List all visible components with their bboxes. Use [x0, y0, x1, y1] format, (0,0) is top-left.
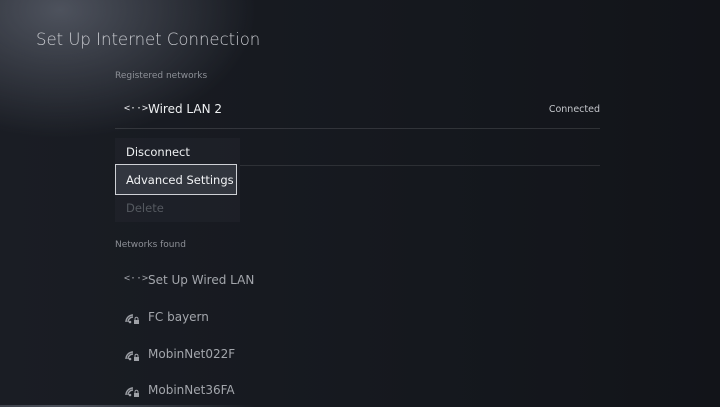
network-name: MobinNet36FA: [148, 383, 235, 397]
registered-networks-label: Registered networks: [115, 71, 208, 81]
registered-network-row[interactable]: <··> Wired LAN 2 Connected: [115, 96, 600, 129]
wired-lan-icon: <··>: [124, 273, 149, 284]
wifi-locked-icon: [124, 310, 142, 326]
network-name: FC bayern: [148, 310, 209, 324]
network-row-set-up-wired-lan[interactable]: <··> Set Up Wired LAN: [115, 265, 600, 297]
connection-status: Connected: [548, 104, 600, 115]
wifi-locked-icon: [124, 383, 142, 399]
menu-divider: [240, 165, 600, 166]
network-options-menu: Disconnect Advanced Settings Delete: [115, 138, 240, 222]
network-name: MobinNet022F: [148, 347, 236, 361]
network-row-mobinnet022f[interactable]: MobinNet022F: [115, 339, 600, 371]
network-name: Wired LAN 2: [148, 102, 223, 116]
advanced-settings-button[interactable]: Advanced Settings: [115, 164, 237, 195]
network-name: Set Up Wired LAN: [148, 273, 255, 287]
wired-lan-icon: <··>: [124, 103, 149, 114]
delete-button: Delete: [126, 201, 164, 215]
wifi-locked-icon: [124, 347, 142, 363]
disconnect-button[interactable]: Disconnect: [115, 138, 237, 166]
network-row-mobinnet36fa[interactable]: MobinNet36FA: [115, 375, 600, 407]
network-row-fc-bayern[interactable]: FC bayern: [115, 302, 600, 334]
page-title: Set Up Internet Connection: [36, 30, 261, 49]
networks-found-label: Networks found: [115, 240, 186, 250]
